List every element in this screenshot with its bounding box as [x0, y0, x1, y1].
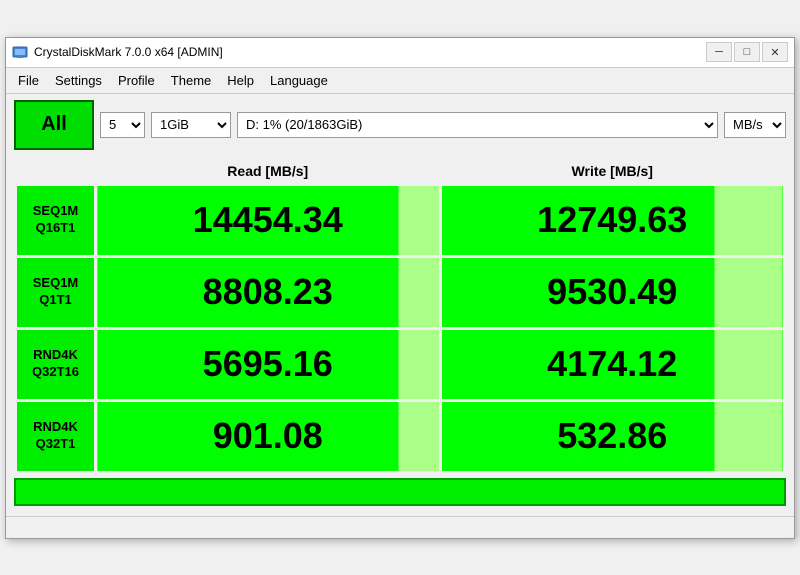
row-label-1: SEQ1MQ1T1 [16, 256, 96, 328]
table-row: RND4KQ32T165695.164174.12 [16, 328, 785, 400]
toolbar: All 1 3 5 10 512MiB 1GiB 2GiB 4GiB D: 1%… [6, 94, 794, 156]
menu-theme[interactable]: Theme [163, 70, 219, 91]
table-row: SEQ1MQ16T114454.3412749.63 [16, 184, 785, 256]
count-dropdown[interactable]: 1 3 5 10 [100, 112, 145, 138]
row-write-0: 12749.63 [440, 184, 785, 256]
minimize-button[interactable]: ─ [706, 42, 732, 62]
window-title: CrystalDiskMark 7.0.0 x64 [ADMIN] [34, 45, 223, 59]
status-bar [6, 516, 794, 538]
content-area: Read [MB/s] Write [MB/s] SEQ1MQ16T114454… [6, 156, 794, 516]
col-write-header: Write [MB/s] [440, 157, 785, 184]
menu-settings[interactable]: Settings [47, 70, 110, 91]
row-write-2: 4174.12 [440, 328, 785, 400]
window-controls: ─ □ ✕ [706, 42, 788, 62]
row-label-2: RND4KQ32T16 [16, 328, 96, 400]
size-dropdown[interactable]: 512MiB 1GiB 2GiB 4GiB [151, 112, 231, 138]
row-read-1: 8808.23 [96, 256, 441, 328]
row-write-1: 9530.49 [440, 256, 785, 328]
table-row: RND4KQ32T1901.08532.86 [16, 400, 785, 472]
close-button[interactable]: ✕ [762, 42, 788, 62]
bottom-status-bar [14, 478, 786, 506]
maximize-button[interactable]: □ [734, 42, 760, 62]
drive-dropdown[interactable]: D: 1% (20/1863GiB) [237, 112, 718, 138]
table-row: SEQ1MQ1T18808.239530.49 [16, 256, 785, 328]
row-read-3: 901.08 [96, 400, 441, 472]
unit-dropdown[interactable]: MB/s GB/s IOPS μs [724, 112, 786, 138]
row-write-3: 532.86 [440, 400, 785, 472]
menu-profile[interactable]: Profile [110, 70, 163, 91]
menu-language[interactable]: Language [262, 70, 336, 91]
app-icon [12, 44, 28, 60]
main-window: CrystalDiskMark 7.0.0 x64 [ADMIN] ─ □ ✕ … [5, 37, 795, 539]
bench-table: Read [MB/s] Write [MB/s] SEQ1MQ16T114454… [14, 156, 786, 474]
all-button[interactable]: All [14, 100, 94, 150]
row-label-3: RND4KQ32T1 [16, 400, 96, 472]
menu-file[interactable]: File [10, 70, 47, 91]
row-read-0: 14454.34 [96, 184, 441, 256]
menu-help[interactable]: Help [219, 70, 262, 91]
col-read-header: Read [MB/s] [96, 157, 441, 184]
row-read-2: 5695.16 [96, 328, 441, 400]
title-bar: CrystalDiskMark 7.0.0 x64 [ADMIN] ─ □ ✕ [6, 38, 794, 68]
row-label-0: SEQ1MQ16T1 [16, 184, 96, 256]
menu-bar: File Settings Profile Theme Help Languag… [6, 68, 794, 94]
